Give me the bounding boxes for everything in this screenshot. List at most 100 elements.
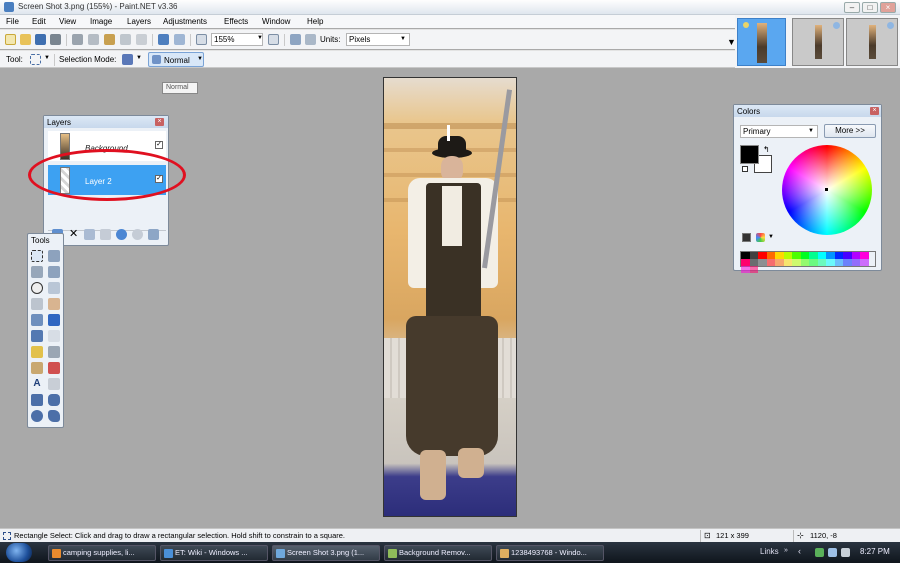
palette-swatch[interactable]	[826, 252, 835, 259]
palette-swatch[interactable]	[851, 259, 860, 266]
clone-stamp-icon[interactable]	[31, 362, 43, 374]
palette-icon[interactable]	[742, 233, 751, 242]
palette-swatch[interactable]	[758, 252, 767, 259]
deselect-icon[interactable]	[136, 34, 147, 45]
color-palette[interactable]	[740, 251, 876, 273]
rectangle-icon[interactable]	[31, 394, 43, 406]
zoom-out-icon[interactable]	[196, 34, 207, 45]
palette-swatch[interactable]	[766, 259, 775, 266]
tray-network-icon[interactable]	[815, 548, 824, 557]
cut-icon[interactable]	[72, 34, 83, 45]
units-select[interactable]: Pixels ▼	[346, 33, 410, 46]
menu-effects[interactable]: Effects	[224, 17, 248, 26]
tray-app-icon[interactable]	[828, 548, 837, 557]
move-layer-down-icon[interactable]	[132, 229, 143, 240]
palette-swatch[interactable]	[775, 252, 784, 259]
taskbar-item[interactable]: camping supplies, li...	[48, 545, 156, 561]
menu-adjustments[interactable]: Adjustments	[163, 17, 207, 26]
palette-swatch[interactable]	[792, 252, 801, 259]
redo-icon[interactable]	[174, 34, 185, 45]
volume-icon[interactable]	[841, 548, 850, 557]
palette-swatch[interactable]	[826, 259, 835, 266]
palette-swatch[interactable]	[775, 259, 784, 266]
zoom-field[interactable]: 155%	[211, 33, 263, 46]
palette-swatch[interactable]	[851, 252, 860, 259]
recolor-icon[interactable]	[48, 362, 60, 374]
crop-icon[interactable]	[120, 34, 131, 45]
menu-window[interactable]: Window	[262, 17, 290, 26]
primary-color-swatch[interactable]	[740, 145, 759, 164]
links-toolbar[interactable]: Links	[760, 547, 779, 556]
image-tab[interactable]	[792, 18, 844, 66]
palette-swatch[interactable]	[817, 252, 826, 259]
rectangle-select-icon[interactable]	[30, 54, 41, 65]
close-button[interactable]: ×	[880, 2, 896, 13]
lasso-icon[interactable]	[31, 266, 43, 278]
line-curve-icon[interactable]	[48, 378, 60, 390]
copy-icon[interactable]	[88, 34, 99, 45]
taskbar-item[interactable]: Background Remov...	[384, 545, 492, 561]
freeform-shape-icon[interactable]	[48, 410, 60, 422]
palette-swatch[interactable]	[766, 252, 775, 259]
pencil-icon[interactable]	[31, 346, 43, 358]
move-selected-icon[interactable]	[48, 266, 60, 278]
menu-view[interactable]: View	[59, 17, 76, 26]
color-mode-select[interactable]: Primary ▼	[740, 125, 818, 138]
palette-swatch[interactable]	[809, 252, 818, 259]
save-icon[interactable]	[35, 34, 46, 45]
palette-swatch[interactable]	[843, 259, 852, 266]
close-icon[interactable]	[833, 22, 840, 29]
palette-swatch[interactable]	[741, 252, 750, 259]
selection-mode-icon[interactable]	[122, 54, 133, 65]
layer-visibility-checkbox[interactable]: ✓	[155, 141, 163, 149]
palette-swatch[interactable]	[741, 266, 750, 273]
pan-icon[interactable]	[48, 298, 60, 310]
eraser-icon[interactable]	[48, 330, 60, 342]
more-button[interactable]: More >>	[824, 124, 876, 138]
menu-help[interactable]: Help	[307, 17, 323, 26]
palette-swatch[interactable]	[741, 259, 750, 266]
chevron-down-icon[interactable]: ▼	[44, 55, 50, 61]
grid-icon[interactable]	[290, 34, 301, 45]
layer-properties-icon[interactable]	[148, 229, 159, 240]
reset-colors-icon[interactable]	[742, 166, 748, 172]
menu-image[interactable]: Image	[90, 17, 112, 26]
taskbar-item-active[interactable]: Screen Shot 3.png (1...	[272, 545, 380, 561]
palette-swatch[interactable]	[834, 259, 843, 266]
maximize-button[interactable]: □	[862, 2, 878, 13]
palette-swatch[interactable]	[834, 252, 843, 259]
palette-swatch[interactable]	[749, 252, 758, 259]
canvas-image[interactable]	[383, 77, 517, 517]
new-icon[interactable]	[5, 34, 16, 45]
menu-file[interactable]: File	[6, 17, 19, 26]
rectangle-select-icon[interactable]	[31, 250, 43, 262]
magic-wand-icon[interactable]	[31, 298, 43, 310]
ellipse-select-icon[interactable]	[31, 282, 43, 294]
palette-swatch[interactable]	[783, 252, 792, 259]
open-icon[interactable]	[20, 34, 31, 45]
close-icon[interactable]	[887, 22, 894, 29]
paintbrush-icon[interactable]	[31, 330, 43, 342]
palette-swatch[interactable]	[860, 259, 869, 266]
minimize-button[interactable]: –	[844, 2, 860, 13]
palette-swatch[interactable]	[749, 259, 758, 266]
chevron-down-icon[interactable]: ▼	[136, 55, 142, 61]
paste-icon[interactable]	[104, 34, 115, 45]
paint-bucket-icon[interactable]	[31, 314, 43, 326]
palette-swatch[interactable]	[800, 252, 809, 259]
ruler-icon[interactable]	[305, 34, 316, 45]
swap-colors-icon[interactable]: ↰	[763, 145, 770, 154]
undo-icon[interactable]	[158, 34, 169, 45]
close-icon[interactable]: ×	[870, 107, 879, 115]
palette-swatch[interactable]	[817, 259, 826, 266]
palette-menu-icon[interactable]	[756, 233, 765, 242]
menu-edit[interactable]: Edit	[32, 17, 46, 26]
text-icon[interactable]: A	[31, 378, 43, 390]
color-picker-icon[interactable]	[48, 346, 60, 358]
palette-swatch[interactable]	[783, 259, 792, 266]
palette-swatch[interactable]	[800, 259, 809, 266]
zoom-in-icon[interactable]	[268, 34, 279, 45]
palette-swatch[interactable]	[809, 259, 818, 266]
taskbar-item[interactable]: 1238493768 - Windo...	[496, 545, 604, 561]
chevron-right-icon[interactable]: »	[784, 547, 788, 554]
